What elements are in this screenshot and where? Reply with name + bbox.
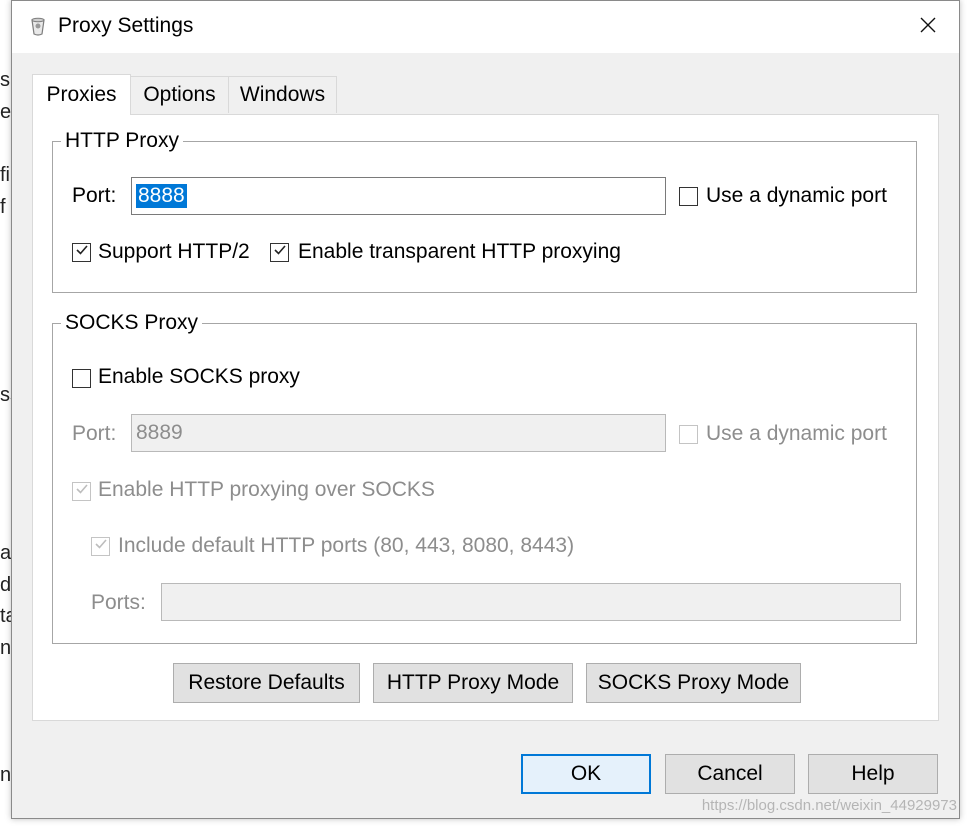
proxy-settings-dialog: Proxy Settings Proxies Options Windows H… — [11, 0, 960, 819]
http-dynamic-port-checkbox[interactable] — [679, 187, 698, 206]
socks-proxy-group: SOCKS Proxy Enable SOCKS proxy Port: 888… — [52, 309, 917, 644]
socks-dynamic-port-checkbox[interactable] — [679, 425, 698, 444]
checkmark-icon — [75, 482, 89, 501]
http-proxy-mode-button[interactable]: HTTP Proxy Mode — [373, 663, 573, 703]
close-icon — [920, 17, 936, 38]
http-dynamic-port-label: Use a dynamic port — [706, 184, 887, 207]
socks-dynamic-port-label: Use a dynamic port — [706, 422, 887, 445]
tab-windows[interactable]: Windows — [228, 76, 337, 113]
title-bar[interactable]: Proxy Settings — [12, 1, 959, 53]
socks-ports-input[interactable] — [161, 583, 901, 621]
tab-proxies[interactable]: Proxies — [32, 74, 131, 115]
socks-proxy-group-title: SOCKS Proxy — [61, 309, 203, 337]
socks-ports-label: Ports: — [91, 591, 146, 614]
help-button[interactable]: Help — [808, 754, 938, 794]
http-over-socks-label: Enable HTTP proxying over SOCKS — [98, 478, 435, 501]
proxies-tab-panel: HTTP Proxy Port: 8888 Use a dynamic port… — [32, 114, 939, 721]
http-port-label: Port: — [72, 184, 117, 207]
checkmark-icon — [94, 537, 108, 556]
socks-port-value: 8889 — [136, 421, 183, 444]
window-title: Proxy Settings — [58, 14, 194, 37]
enable-socks-label: Enable SOCKS proxy — [98, 365, 300, 388]
http-proxy-group: HTTP Proxy Port: 8888 Use a dynamic port… — [52, 127, 917, 293]
background-text-fragment: fi — [0, 164, 10, 186]
http-port-value: 8888 — [136, 184, 187, 208]
support-http2-label: Support HTTP/2 — [98, 240, 250, 263]
enable-socks-checkbox[interactable] — [72, 369, 91, 388]
support-http2-checkbox[interactable] — [72, 243, 91, 262]
background-text-fragment: d — [0, 574, 12, 596]
tab-options[interactable]: Options — [130, 76, 229, 113]
checkmark-icon — [273, 243, 287, 262]
include-default-ports-checkbox[interactable] — [91, 537, 110, 556]
close-button[interactable] — [897, 1, 959, 53]
http-port-input[interactable]: 8888 — [131, 177, 666, 215]
transparent-proxy-label: Enable transparent HTTP proxying — [298, 240, 621, 263]
background-text-fragment: e — [0, 101, 12, 123]
socks-proxy-mode-button[interactable]: SOCKS Proxy Mode — [586, 663, 801, 703]
checkmark-icon — [75, 243, 89, 262]
include-default-ports-label: Include default HTTP ports (80, 443, 808… — [118, 534, 575, 557]
ok-button[interactable]: OK — [521, 754, 651, 794]
restore-defaults-button[interactable]: Restore Defaults — [173, 663, 360, 703]
background-text-fragment: f — [0, 196, 6, 218]
http-over-socks-checkbox[interactable] — [72, 482, 91, 501]
watermark: https://blog.csdn.net/weixin_44929973 — [701, 797, 957, 814]
http-proxy-group-title: HTTP Proxy — [61, 127, 183, 155]
cancel-button[interactable]: Cancel — [665, 754, 795, 794]
app-icon — [29, 17, 47, 37]
background-text-fragment: n — [0, 637, 12, 659]
transparent-proxy-checkbox[interactable] — [270, 243, 289, 262]
socks-port-input[interactable]: 8889 — [131, 414, 666, 452]
socks-port-label: Port: — [72, 422, 117, 445]
